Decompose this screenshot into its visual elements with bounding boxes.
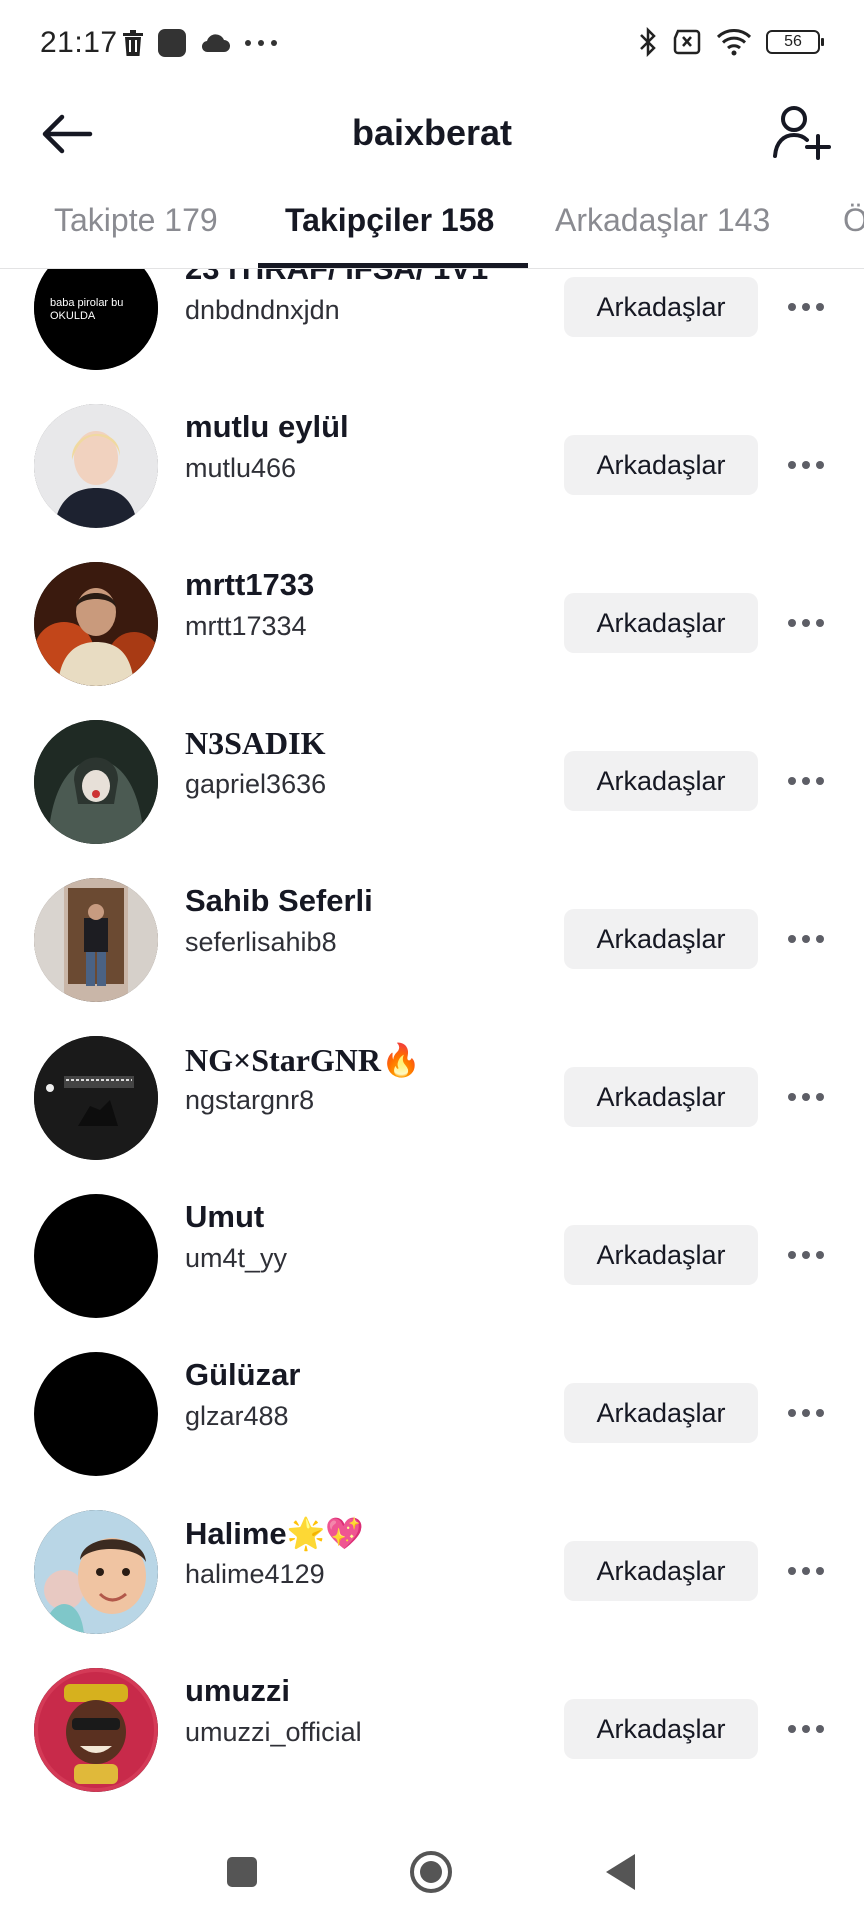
username: seferlisahib8: [185, 927, 337, 957]
trash-icon: [123, 30, 143, 56]
display-name: Gülüzar: [185, 1357, 301, 1392]
list-item[interactable]: Umut um4t_yy Arkadaşlar: [0, 1171, 864, 1329]
tab-more[interactable]: Ö: [843, 202, 864, 239]
avatar-text-line1: baba pirolar bu: [50, 297, 123, 309]
display-name: N3SADIK: [185, 725, 326, 761]
more-options-button[interactable]: [780, 1393, 832, 1433]
cloud-icon: [201, 34, 230, 53]
more-options-button[interactable]: [780, 287, 832, 327]
avatar[interactable]: [34, 1668, 158, 1792]
list-item[interactable]: Sahib Seferli seferlisahib8 Arkadaşlar: [0, 855, 864, 1013]
home-circle-icon: [410, 1851, 452, 1893]
display-name: mrtt1733: [185, 567, 315, 602]
battery-icon: 56: [766, 30, 824, 54]
back-triangle-icon: [606, 1854, 635, 1890]
wifi-icon: [716, 29, 752, 56]
display-name: 23 ITIRAF/ IFSA/ 1V1: [185, 269, 488, 287]
list-item[interactable]: mutlu eylül mutlu466 Arkadaşlar: [0, 381, 864, 539]
recents-square-icon: [227, 1857, 257, 1887]
display-name: umuzzi: [185, 1673, 291, 1708]
username: dnbdndnxjdn: [185, 295, 340, 325]
avatar[interactable]: [34, 562, 158, 686]
friends-button[interactable]: Arkadaşlar: [564, 1383, 758, 1443]
no-sim-icon: [673, 29, 701, 55]
friends-button[interactable]: Arkadaşlar: [564, 277, 758, 337]
back-nav-button[interactable]: [590, 1842, 650, 1902]
app-square-icon: [158, 29, 186, 57]
display-name: NG×StarGNR🔥: [185, 1042, 421, 1078]
display-name: mutlu eylül: [185, 409, 349, 444]
recents-button[interactable]: [212, 1842, 272, 1902]
friends-button[interactable]: Arkadaşlar: [564, 751, 758, 811]
list-item[interactable]: Gülüzar glzar488 Arkadaşlar: [0, 1329, 864, 1487]
friends-button[interactable]: Arkadaşlar: [564, 1225, 758, 1285]
display-name: Umut: [185, 1199, 265, 1234]
list-item[interactable]: NG×StarGNR🔥 ngstargnr8 Arkadaşlar: [0, 1013, 864, 1171]
display-name: Sahib Seferli: [185, 883, 373, 918]
username: mrtt17334: [185, 611, 307, 641]
avatar[interactable]: [34, 1510, 158, 1634]
system-nav-bar: [0, 1820, 864, 1920]
username: ngstargnr8: [185, 1085, 315, 1115]
add-friend-button[interactable]: [772, 104, 832, 160]
avatar[interactable]: [34, 878, 158, 1002]
status-left-icons: [122, 26, 278, 60]
avatar[interactable]: baba pirolar bu OKULDA: [34, 269, 158, 370]
page-title: baixberat: [351, 112, 513, 153]
list-item[interactable]: mrtt1733 mrtt17334 Arkadaşlar: [0, 539, 864, 697]
username: umuzzi_official: [185, 1717, 362, 1747]
display-name: Halime🌟💖: [185, 1516, 364, 1551]
friends-button[interactable]: Arkadaşlar: [564, 1699, 758, 1759]
list-item[interactable]: Halime🌟💖 halime4129 Arkadaşlar: [0, 1487, 864, 1645]
friends-button[interactable]: Arkadaşlar: [564, 1541, 758, 1601]
add-person-icon: [773, 106, 831, 160]
friends-button[interactable]: Arkadaşlar: [564, 593, 758, 653]
more-options-button[interactable]: [780, 1077, 832, 1117]
more-options-button[interactable]: [780, 1551, 832, 1591]
friends-button[interactable]: Arkadaşlar: [564, 1067, 758, 1127]
list-item[interactable]: umuzzi umuzzi_official Arkadaşlar: [0, 1645, 864, 1803]
more-options-button[interactable]: [780, 603, 832, 643]
status-bar: 21:17 56: [0, 0, 864, 86]
more-options-button[interactable]: [780, 445, 832, 485]
username: glzar488: [185, 1401, 289, 1431]
bluetooth-icon: [640, 27, 656, 57]
list-item[interactable]: N3SADIK gapriel3636 Arkadaşlar: [0, 697, 864, 855]
username: gapriel3636: [185, 769, 327, 799]
followers-list[interactable]: baba pirolar bu OKULDA 23 ITIRAF/ IFSA/ …: [0, 269, 864, 1819]
username: mutlu466: [185, 453, 297, 483]
more-options-button[interactable]: [780, 761, 832, 801]
avatar[interactable]: [34, 720, 158, 844]
status-time: 21:17: [40, 26, 118, 59]
avatar[interactable]: [34, 1352, 158, 1476]
active-tab-indicator: [258, 263, 528, 268]
friends-button[interactable]: Arkadaşlar: [564, 909, 758, 969]
more-dots-icon: [245, 40, 277, 46]
avatar-text-line2: OKULDA: [50, 310, 96, 322]
list-item[interactable]: baba pirolar bu OKULDA 23 ITIRAF/ IFSA/ …: [0, 269, 864, 381]
more-options-button[interactable]: [780, 919, 832, 959]
home-button[interactable]: [401, 1842, 461, 1902]
more-options-button[interactable]: [780, 1235, 832, 1275]
avatar[interactable]: [34, 1036, 158, 1160]
username: halime4129: [185, 1559, 325, 1589]
avatar[interactable]: [34, 1194, 158, 1318]
avatar[interactable]: [34, 404, 158, 528]
tab-friends[interactable]: Arkadaşlar 143: [555, 202, 770, 239]
friends-button[interactable]: Arkadaşlar: [564, 435, 758, 495]
more-options-button[interactable]: [780, 1709, 832, 1749]
tabs-bar: Takipte 179 Takipçiler 158 Arkadaşlar 14…: [0, 182, 864, 269]
username: um4t_yy: [185, 1243, 288, 1273]
battery-level: 56: [784, 33, 802, 50]
status-right-icons: 56: [638, 24, 824, 60]
tab-followers[interactable]: Takipçiler 158: [285, 202, 494, 239]
header: baixberat: [0, 86, 864, 182]
tab-following[interactable]: Takipte 179: [54, 202, 218, 239]
